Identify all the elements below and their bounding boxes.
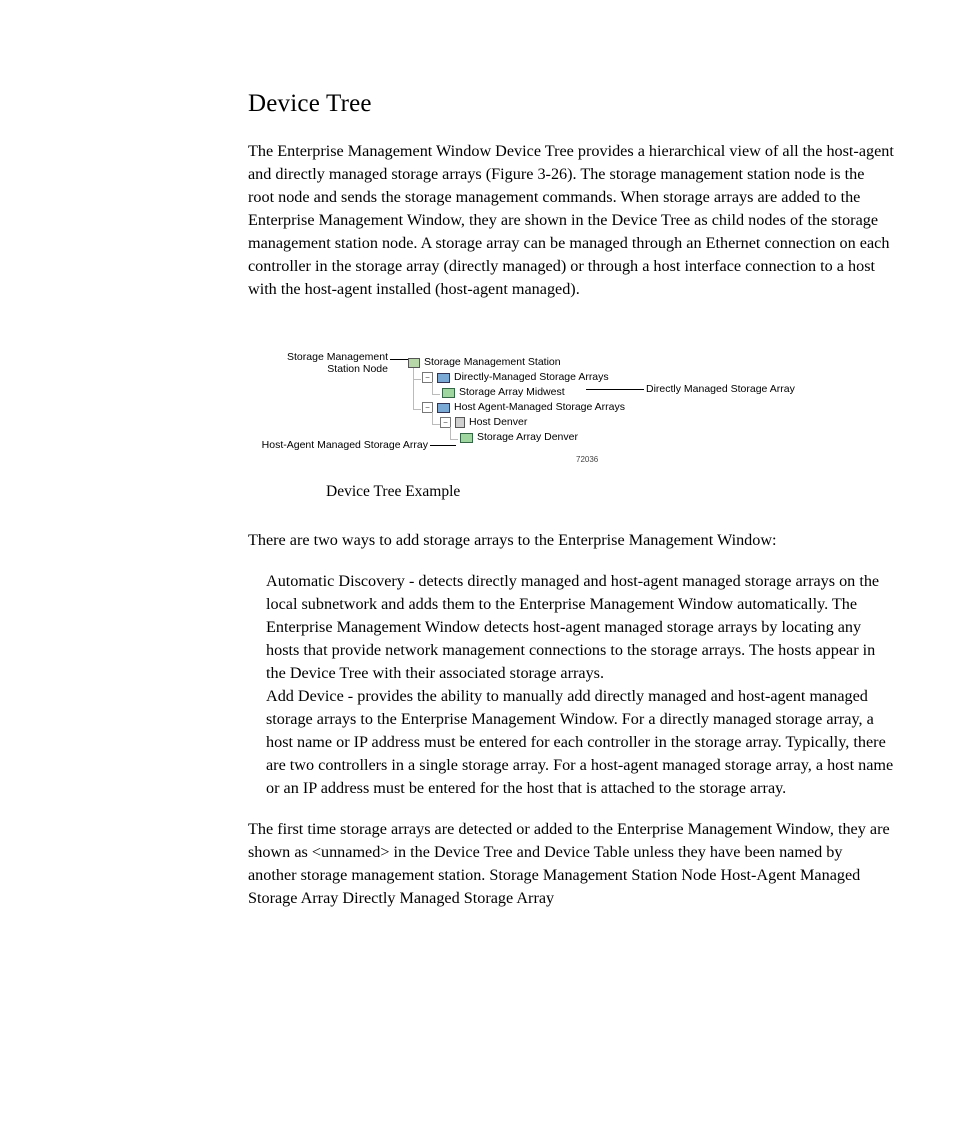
device-tree-figure: Storage Management Station Node Directly… (248, 351, 888, 461)
tree-host-item-row: − Host Denver (408, 415, 625, 430)
tree-root-label: Storage Management Station (424, 355, 561, 370)
callout-hostagent-managed: Host-Agent Managed Storage Array (238, 439, 428, 451)
tree-host-item-label: Host Denver (469, 415, 527, 430)
callout-direct-managed: Directly Managed Storage Array (646, 383, 795, 395)
folder-icon (437, 373, 450, 383)
list-item-add-device: Add Device - provides the ability to man… (266, 685, 894, 800)
tree-hostagent-array-row: Storage Array Denver (408, 430, 625, 445)
callout-line (390, 359, 408, 360)
figure-id: 72036 (576, 455, 598, 464)
tree-direct-item-label: Storage Array Midwest (459, 385, 565, 400)
closing-paragraph: The first time storage arrays are detect… (248, 818, 894, 910)
storage-array-icon (442, 388, 455, 398)
tree-direct-item-row: Storage Array Midwest (408, 385, 625, 400)
station-icon (408, 358, 420, 368)
tree-direct-group-label: Directly-Managed Storage Arrays (454, 370, 609, 385)
tree-hostagent-array-label: Storage Array Denver (477, 430, 578, 445)
tree-direct-group-row: − Directly-Managed Storage Arrays (408, 370, 625, 385)
tree-hostagent-group-label: Host Agent-Managed Storage Arrays (454, 400, 625, 415)
figure-caption: Device Tree Example (326, 483, 894, 501)
intro-paragraph: The Enterprise Management Window Device … (248, 140, 894, 301)
device-tree: Storage Management Station − Directly-Ma… (408, 355, 625, 445)
callout-root-node: Storage Management Station Node (268, 351, 388, 375)
methods-list: Automatic Discovery - detects directly m… (266, 570, 894, 800)
storage-array-icon (460, 433, 473, 443)
tree-root-row: Storage Management Station (408, 355, 625, 370)
list-item-auto-discovery: Automatic Discovery - detects directly m… (266, 570, 894, 685)
host-icon (455, 417, 465, 428)
folder-icon (437, 403, 450, 413)
section-heading: Device Tree (248, 90, 894, 118)
tree-hostagent-group-row: − Host Agent-Managed Storage Arrays (408, 400, 625, 415)
lead-in-paragraph: There are two ways to add storage arrays… (248, 529, 894, 552)
callout-line (430, 445, 456, 446)
